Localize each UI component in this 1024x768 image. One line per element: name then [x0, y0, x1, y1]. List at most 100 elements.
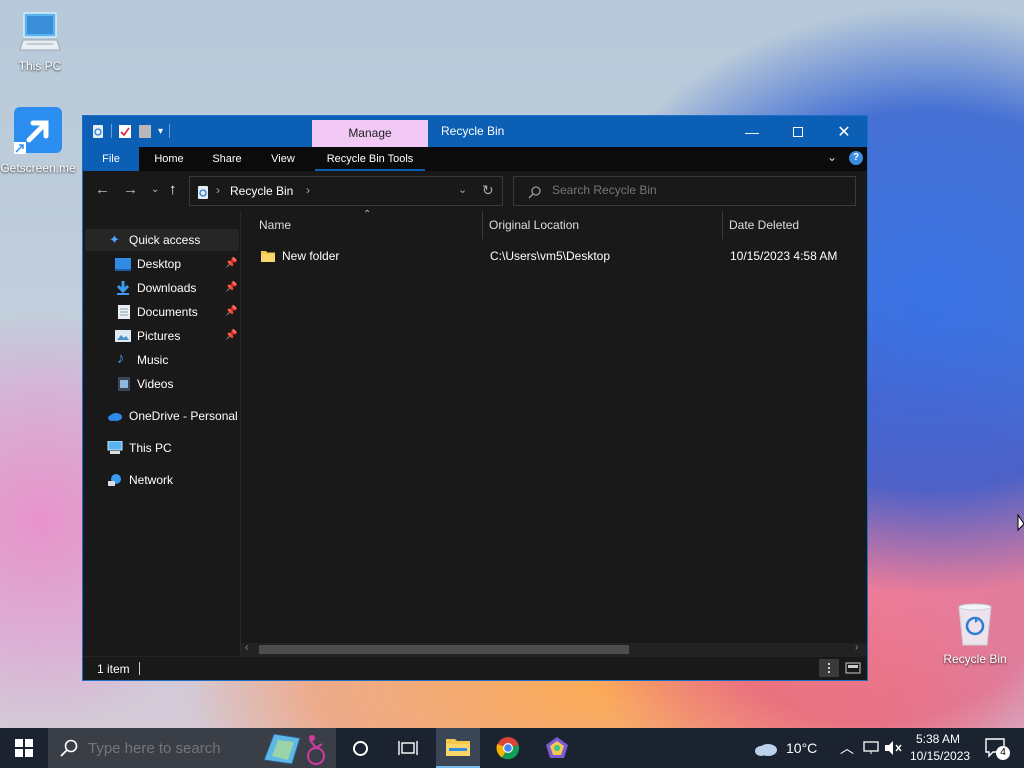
breadcrumb-chevron-icon[interactable]: ›	[306, 183, 310, 197]
desktop-icon	[115, 258, 131, 271]
recycle-bin-small-icon	[198, 186, 208, 199]
task-view-button[interactable]	[386, 728, 430, 768]
pentagon-app-icon	[546, 737, 568, 758]
title-bar[interactable]: ▾ Manage Recycle Bin — ✕	[83, 116, 867, 148]
sidebar-item-documents[interactable]: Documents 📌	[83, 301, 239, 323]
maximize-button[interactable]	[775, 116, 821, 147]
pin-icon[interactable]: 📌	[225, 277, 237, 299]
sidebar-item-label: Music	[137, 353, 169, 367]
notifications-button[interactable]: 4	[976, 728, 1016, 768]
expand-ribbon-icon[interactable]: ⌄	[827, 150, 837, 164]
sidebar-item-videos[interactable]: Videos	[83, 373, 239, 395]
sidebar-item-this-pc[interactable]: This PC	[83, 437, 239, 459]
column-divider[interactable]	[482, 211, 483, 239]
windows-logo-icon	[15, 739, 33, 757]
navigation-bar: ← → ⌄ ↑ › Recycle Bin › ⌄ ↻	[83, 171, 867, 211]
column-divider[interactable]	[722, 211, 723, 239]
clock-time[interactable]: 5:38 AM	[916, 732, 960, 746]
scroll-left-icon[interactable]: ‹	[245, 642, 248, 653]
sidebar-item-downloads[interactable]: Downloads 📌	[83, 277, 239, 299]
sidebar-item-label: Videos	[137, 377, 174, 391]
scroll-right-icon[interactable]: ›	[855, 642, 858, 653]
back-icon[interactable]: ←	[95, 181, 110, 198]
music-note-icon: ♪	[117, 350, 125, 367]
breadcrumb-chevron-icon[interactable]: ›	[216, 183, 220, 197]
network-icon[interactable]	[862, 741, 880, 755]
volume-muted-icon[interactable]	[884, 740, 904, 756]
recent-locations-icon[interactable]: ⌄	[151, 184, 159, 195]
forward-icon[interactable]: →	[123, 181, 138, 198]
ribbon-tabs: File Home Share View Recycle Bin Tools ⌄…	[83, 147, 867, 171]
address-dropdown-icon[interactable]: ⌄	[458, 183, 467, 196]
weather-temperature[interactable]: 10°C	[786, 740, 817, 756]
taskbar-search[interactable]	[48, 728, 336, 768]
pin-icon[interactable]: 📌	[225, 301, 237, 323]
help-icon[interactable]: ?	[849, 151, 863, 165]
sidebar-item-quick-access[interactable]: ✦ Quick access	[85, 229, 239, 251]
sidebar-item-network[interactable]: Network	[83, 469, 239, 491]
taskbar-search-input[interactable]	[88, 740, 288, 757]
cortana-button[interactable]	[338, 728, 382, 768]
sidebar-item-label: Desktop	[137, 257, 182, 271]
desktop-icon-label: Recycle Bin	[943, 652, 1007, 666]
divider	[111, 124, 112, 138]
column-header-original-location[interactable]: Original Location	[489, 211, 719, 239]
properties-icon[interactable]	[118, 123, 132, 139]
pin-icon[interactable]: 📌	[225, 253, 237, 275]
minimize-button[interactable]: —	[729, 116, 775, 147]
circle-icon	[352, 740, 368, 756]
tab-file[interactable]: File	[83, 147, 139, 171]
folder-icon	[261, 251, 275, 262]
maximize-icon	[793, 126, 803, 137]
taskbar-app[interactable]	[535, 728, 579, 768]
manage-contextual-tab[interactable]: Manage	[312, 120, 428, 148]
scrollbar-thumb[interactable]	[259, 645, 629, 654]
recycle-bin-small-icon	[93, 125, 103, 138]
desktop-icon-getscreen[interactable]: Getscreen.me	[0, 106, 76, 175]
sidebar-item-music[interactable]: ♪ Music	[83, 349, 239, 371]
address-bar[interactable]: › Recycle Bin › ⌄ ↻	[189, 176, 503, 206]
tab-share[interactable]: Share	[203, 147, 251, 171]
taskbar-chrome[interactable]	[486, 728, 530, 768]
desktop-icon-this-pc[interactable]: This PC	[2, 10, 78, 73]
chrome-icon	[496, 737, 520, 760]
new-folder-icon[interactable]	[138, 123, 152, 139]
sidebar-item-pictures[interactable]: Pictures 📌	[83, 325, 239, 347]
search-icon	[60, 739, 78, 757]
table-row[interactable]: New folder C:\Users\vm5\Desktop 10/15/20…	[251, 245, 861, 267]
close-button[interactable]: ✕	[821, 116, 867, 147]
sidebar-item-label: Documents	[137, 305, 198, 319]
file-list: ⌃ Name Original Location Date Deleted Ne…	[241, 209, 867, 656]
up-icon[interactable]: ↑	[169, 181, 177, 198]
clock-date[interactable]: 10/15/2023	[910, 749, 970, 763]
qat-dropdown-icon[interactable]: ▾	[158, 126, 163, 137]
start-button[interactable]	[2, 728, 46, 768]
download-arrow-icon	[116, 281, 130, 295]
sidebar-item-onedrive[interactable]: OneDrive - Personal	[83, 405, 239, 427]
weather-widget[interactable]	[746, 728, 786, 768]
details-view-icon[interactable]	[819, 659, 839, 677]
video-icon	[118, 377, 130, 391]
getscreen-app-icon	[0, 106, 76, 159]
search-input[interactable]	[552, 183, 842, 197]
refresh-icon[interactable]: ↻	[482, 182, 494, 199]
tab-view[interactable]: View	[261, 147, 305, 171]
column-header-name[interactable]: Name	[259, 211, 479, 239]
search-box[interactable]	[513, 176, 856, 206]
sidebar-item-label: Quick access	[129, 233, 201, 247]
notification-count-badge: 4	[996, 746, 1010, 760]
large-icons-view-icon[interactable]	[843, 659, 863, 677]
computer-icon	[107, 441, 123, 454]
horizontal-scrollbar[interactable]: ‹ ›	[241, 642, 867, 656]
pin-icon[interactable]: 📌	[225, 325, 237, 347]
show-hidden-icons-icon[interactable]: ︿	[840, 738, 854, 758]
network-icon	[108, 474, 121, 486]
breadcrumb-recycle-bin[interactable]: Recycle Bin	[230, 184, 293, 198]
taskbar-file-explorer[interactable]	[436, 728, 480, 768]
tab-recycle-bin-tools[interactable]: Recycle Bin Tools	[315, 147, 425, 171]
tab-home[interactable]: Home	[145, 147, 193, 171]
sidebar-item-desktop[interactable]: Desktop 📌	[83, 253, 239, 275]
item-date-deleted: 10/15/2023 4:58 AM	[730, 249, 838, 263]
column-header-date-deleted[interactable]: Date Deleted	[729, 211, 859, 239]
desktop-icon-recycle-bin[interactable]: Recycle Bin	[937, 601, 1013, 666]
